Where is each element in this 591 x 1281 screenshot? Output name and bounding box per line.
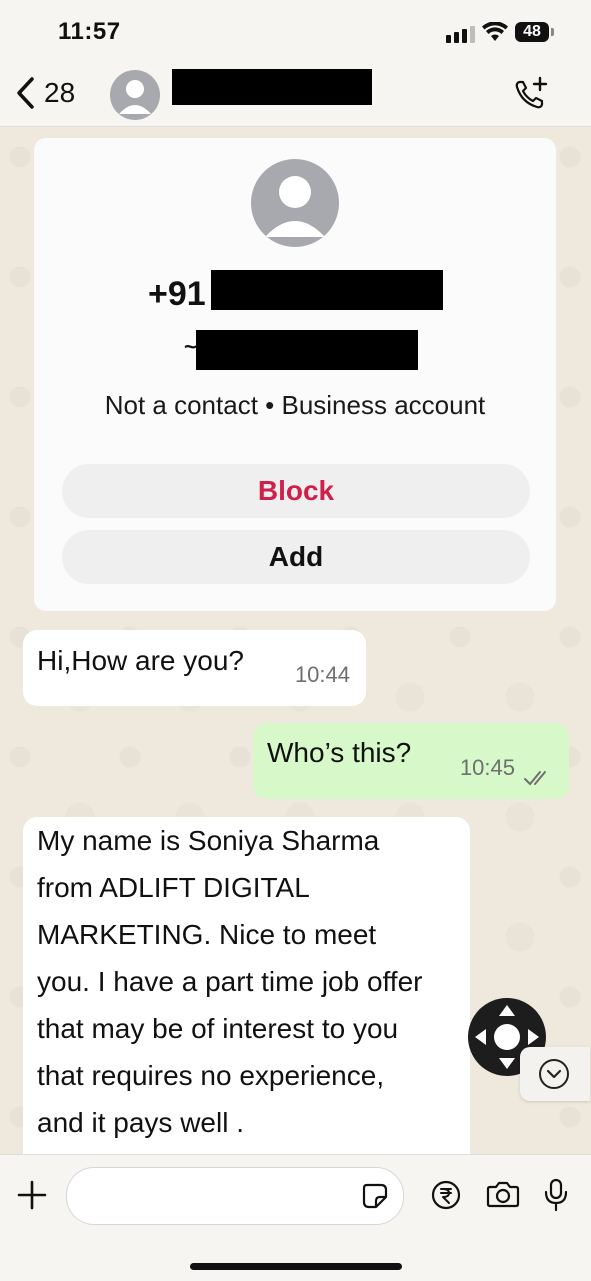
sticker-icon[interactable] [361,1182,389,1210]
message-bubble-incoming[interactable]: My name is Soniya Sharma from ADLIFT DIG… [23,817,470,1154]
status-time: 11:57 [58,18,121,45]
avatar[interactable] [110,70,160,120]
contact-card: +91 ~ Not a contact • Business account B… [34,138,556,611]
message-time: 10:44 [294,662,350,687]
battery-icon: 48 [515,22,549,42]
camera-icon[interactable] [486,1179,520,1209]
message-line: MARKETING. Nice to meet [37,919,377,950]
add-call-icon[interactable] [512,76,552,112]
signal-icon [446,26,475,43]
plus-icon[interactable] [16,1179,48,1211]
battery-cap [551,28,554,36]
unread-count: 28 [44,77,76,108]
message-bubble-outgoing[interactable]: Who’s this? 10:45 [253,723,569,799]
wifi-icon [482,22,508,41]
read-ticks-icon [524,771,546,786]
message-line: from ADLIFT DIGITAL [37,872,310,903]
person-icon [265,176,325,237]
message-line: My name is Soniya Sharma [37,825,380,856]
status-bar: 11:57 48 [0,0,591,64]
phone-number: +91 [148,275,206,313]
redacted-contact-name[interactable] [172,69,372,105]
contact-avatar [251,159,339,247]
back-button[interactable]: 28 [14,76,75,110]
message-bubble-incoming[interactable]: Hi,How are you? 10:44 [23,630,366,706]
contact-meta: Not a contact • Business account [104,390,486,420]
message-text: Hi,How are you? [37,645,244,676]
redacted-phone [211,270,443,310]
person-icon [119,80,151,114]
message-text: Who’s this? [267,737,412,768]
profile-name-prefix: ~ [184,334,197,359]
redacted-profile-name [196,330,418,370]
chat-header: 28 [0,64,591,127]
message-line: that requires no experience, [37,1060,385,1091]
message-field[interactable] [66,1167,404,1225]
add-contact-button[interactable]: Add [62,530,530,584]
block-button[interactable]: Block [62,464,530,518]
chevron-down-icon [539,1059,569,1089]
scroll-to-bottom-button[interactable] [520,1047,590,1101]
message-time: 10:45 [459,755,515,780]
chevron-left-icon [17,77,34,109]
message-line: and it pays well . [37,1107,244,1138]
message-input-bar [0,1154,591,1281]
home-indicator [190,1263,402,1270]
message-text: My name is Soniya Sharma from ADLIFT DIG… [37,817,467,1146]
message-line: you. I have a part time job offer [37,966,423,997]
message-input[interactable] [83,1176,357,1218]
message-line: that may be of interest to you [37,1013,399,1044]
payment-rupee-icon[interactable] [430,1179,462,1211]
microphone-icon[interactable] [543,1177,569,1213]
